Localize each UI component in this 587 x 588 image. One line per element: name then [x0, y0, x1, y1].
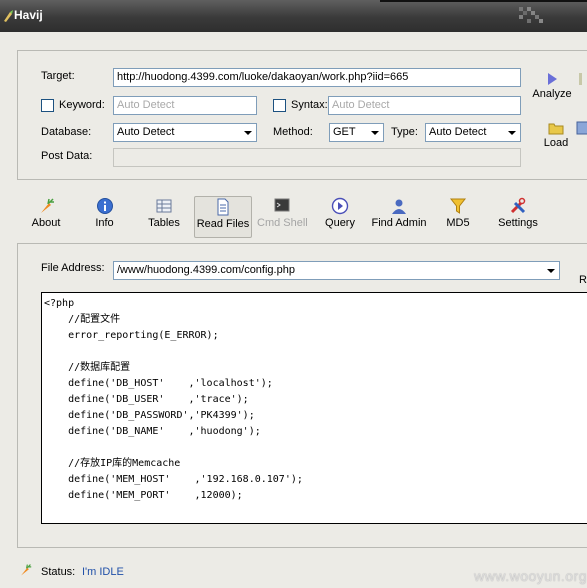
code-line: //存放IP库的Memcache — [44, 458, 181, 469]
user-icon — [392, 199, 406, 214]
read-button-partial[interactable]: R — [579, 274, 587, 286]
info-icon — [96, 198, 113, 214]
about-label: About — [31, 217, 61, 229]
type-select[interactable]: Auto Detect — [425, 123, 521, 142]
cmd-shell-button[interactable]: Cmd Shell — [257, 197, 308, 237]
md5-label: MD5 — [446, 217, 470, 229]
type-value: Auto Detect — [429, 126, 487, 138]
cmd-shell-label: Cmd Shell — [257, 217, 308, 229]
main-toolbar: About Info Tables Read Files Cmd Shell Q… — [0, 190, 587, 240]
code-line: define('DB_USER' ,'trace'); — [44, 394, 249, 405]
code-line: define('MEM_HOST' ,'192.168.0.107'); — [44, 474, 303, 485]
settings-label: Settings — [498, 217, 538, 229]
database-label: Database: — [41, 126, 92, 138]
watermark-text: www.wooyun.org — [474, 568, 587, 584]
file-content-area[interactable]: <?php //配置文件 error_reporting(E_ERROR); /… — [41, 292, 587, 524]
chevron-down-icon[interactable] — [240, 125, 255, 140]
code-line: define('DB_PASSWORD','PK4399'); — [44, 410, 255, 421]
syntax-checkbox[interactable] — [273, 99, 286, 112]
code-line: define('MEM_PORT' ,12000); — [44, 490, 243, 501]
window-title: Havij — [14, 8, 43, 22]
find-admin-label: Find Admin — [371, 217, 427, 229]
file-address-value: /www/huodong.4399.com/config.php — [117, 264, 295, 276]
status-value: I'm IDLE — [82, 566, 124, 578]
method-select[interactable]: GET — [329, 123, 384, 142]
carrot-icon — [41, 198, 54, 213]
load-button[interactable]: Load — [543, 121, 569, 149]
status-label: Status: — [41, 566, 76, 578]
keyword-checkbox[interactable] — [41, 99, 54, 112]
tables-label: Tables — [148, 217, 180, 229]
keyword-label: Keyword: — [59, 99, 105, 111]
md5-button[interactable]: MD5 — [445, 197, 471, 237]
load-label: Load — [543, 137, 569, 149]
database-value: Auto Detect — [117, 126, 175, 138]
analyze-label: Analyze — [532, 88, 572, 100]
file-address-label: File Address: — [41, 262, 105, 274]
save-button-partial[interactable] — [576, 121, 587, 137]
pause-icon — [579, 73, 582, 85]
type-label: Type: — [391, 126, 418, 138]
top-strip — [380, 0, 587, 2]
post-data-label: Post Data: — [41, 150, 93, 162]
chevron-down-icon[interactable] — [504, 125, 519, 140]
info-label: Info — [95, 217, 114, 229]
save-icon — [576, 121, 587, 135]
database-select[interactable]: Auto Detect — [113, 123, 257, 142]
find-admin-button[interactable]: Find Admin — [371, 197, 427, 237]
target-label: Target: — [41, 70, 75, 82]
table-icon — [156, 199, 172, 213]
code-line: //配置文件 — [44, 314, 121, 325]
settings-button[interactable]: Settings — [496, 197, 540, 237]
tables-button[interactable]: Tables — [143, 197, 185, 237]
target-input[interactable]: http://huodong.4399.com/luoke/dakaoyan/w… — [113, 68, 521, 87]
info-button[interactable]: Info — [88, 197, 121, 237]
syntax-input[interactable]: Auto Detect — [328, 96, 521, 115]
code-line: define('DB_HOST' ,'localhost'); — [44, 378, 273, 389]
tools-icon — [510, 197, 526, 214]
keyword-input[interactable]: Auto Detect — [113, 96, 257, 115]
method-value: GET — [333, 126, 356, 138]
query-button[interactable]: Query — [323, 197, 357, 237]
code-line: define('DB_NAME' ,'huodong'); — [44, 426, 261, 437]
analyze-button[interactable]: Analyze — [530, 72, 574, 100]
about-button[interactable]: About — [26, 197, 66, 237]
post-data-input[interactable] — [113, 148, 521, 167]
window-decoration-icon — [519, 7, 543, 23]
code-line: <?php — [44, 298, 75, 309]
file-address-select[interactable]: /www/huodong.4399.com/config.php — [113, 261, 560, 280]
read-files-label: Read Files — [196, 218, 250, 230]
read-files-button[interactable]: Read Files — [194, 196, 252, 238]
play-icon — [548, 73, 557, 85]
carrot-icon — [21, 564, 32, 576]
code-line: //数据库配置 — [44, 362, 131, 373]
funnel-icon — [449, 198, 467, 214]
method-label: Method: — [273, 126, 313, 138]
document-icon — [217, 198, 229, 216]
pause-button-partial[interactable] — [578, 72, 587, 88]
chevron-down-icon[interactable] — [543, 263, 558, 278]
query-label: Query — [325, 217, 355, 229]
query-icon — [331, 197, 349, 215]
chevron-down-icon[interactable] — [367, 125, 382, 140]
syntax-label: Syntax: — [291, 99, 328, 111]
terminal-icon — [274, 198, 290, 212]
havij-app-icon — [4, 10, 13, 22]
folder-icon — [548, 123, 564, 135]
title-bar: Havij — [0, 0, 587, 32]
code-line: error_reporting(E_ERROR); — [44, 330, 219, 341]
